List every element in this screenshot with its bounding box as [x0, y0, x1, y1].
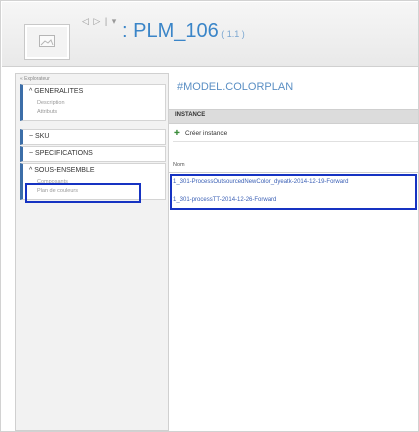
instance-section-header: INSTANCE: [169, 109, 418, 124]
sidebar-title[interactable]: « Explorateur: [20, 76, 50, 82]
create-instance-button[interactable]: ✚ Créer instance: [173, 127, 418, 142]
sidebar-group-generalites: ^ GENERALITES Description Attributs: [20, 84, 166, 121]
create-instance-label: Créer instance: [185, 130, 228, 137]
sidebar-item-composants[interactable]: Composants: [23, 178, 165, 187]
image-placeholder-icon: [39, 35, 55, 47]
table-row[interactable]: 1_301-ProcessOutsourcedNewColor_dyeatk-2…: [173, 179, 348, 185]
nav-dropdown-icon[interactable]: ▾: [112, 16, 118, 26]
page-title: : PLM_106 ( 1.1 ): [122, 20, 245, 43]
app-window: ◁ ▷ | ▾ : PLM_106 ( 1.1 ) « Explorateur …: [0, 0, 419, 432]
table-row[interactable]: 1_301-processTT-2014-12-26-Forward: [173, 197, 276, 203]
sidebar-item-attributs[interactable]: Attributs: [23, 108, 165, 117]
sidebar-group-header[interactable]: ~ SPECIFICATIONS: [23, 147, 165, 161]
navigation-controls: ◁ ▷ | ▾: [82, 16, 117, 27]
sidebar-group-header[interactable]: ^ SOUS-ENSEMBLE: [23, 164, 165, 178]
table-column-header: Nom: [169, 161, 418, 173]
model-title: #MODEL.COLORPLAN: [177, 81, 294, 93]
nav-arrows-icon[interactable]: ◁ ▷: [82, 16, 101, 26]
explorer-sidebar: « Explorateur ^ GENERALITES Description …: [15, 73, 169, 431]
sidebar-group-specifications: ~ SPECIFICATIONS: [20, 146, 166, 162]
sidebar-group-sku: ~ SKU: [20, 129, 166, 145]
sidebar-group-sous-ensemble: ^ SOUS-ENSEMBLE Composants Plan de coule…: [20, 163, 166, 200]
plus-icon: ✚: [174, 130, 180, 137]
page-header: ◁ ▷ | ▾ : PLM_106 ( 1.1 ): [2, 2, 418, 67]
section-title: INSTANCE: [175, 112, 206, 118]
sidebar-item-description[interactable]: Description: [23, 99, 165, 108]
sidebar-item-plan-de-couleurs[interactable]: Plan de couleurs: [23, 187, 165, 196]
main-content: #MODEL.COLORPLAN INSTANCE ✚ Créer instan…: [169, 73, 418, 413]
nav-separator: |: [104, 16, 109, 26]
column-name-label: Nom: [173, 162, 185, 168]
item-thumbnail: [24, 24, 70, 60]
sidebar-group-header[interactable]: ~ SKU: [23, 130, 165, 144]
page-title-text: : PLM_106: [122, 20, 219, 42]
sidebar-group-header[interactable]: ^ GENERALITES: [23, 85, 165, 99]
version-label: ( 1.1 ): [218, 29, 245, 39]
